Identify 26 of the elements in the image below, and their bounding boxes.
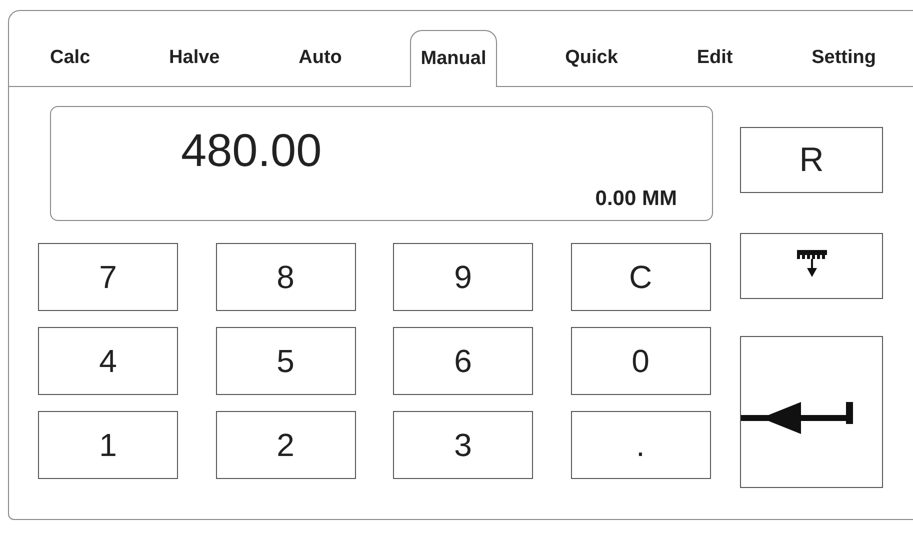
enter-button[interactable] <box>740 336 883 488</box>
key-button[interactable]: C <box>570 243 710 311</box>
left-arrow-icon <box>741 400 853 436</box>
ruler-down-arrow-icon <box>796 250 826 278</box>
key-button[interactable]: 7 <box>38 243 178 311</box>
key-button[interactable]: 8 <box>216 243 356 311</box>
key-button[interactable]: 9 <box>393 243 533 311</box>
tab[interactable]: Quick <box>554 30 629 86</box>
key-button[interactable]: 6 <box>393 327 533 395</box>
key-button[interactable]: 4 <box>38 327 178 395</box>
tab[interactable]: Edit <box>686 30 744 86</box>
key-button[interactable]: 0 <box>570 327 710 395</box>
tab[interactable]: Auto <box>288 30 353 86</box>
display-reading: 0.00 MM <box>595 186 677 212</box>
reset-button[interactable]: R <box>740 127 883 193</box>
display-value: 480.00 <box>181 127 322 173</box>
tab[interactable]: Halve <box>158 30 231 86</box>
tab[interactable]: Setting <box>800 30 887 86</box>
key-button[interactable]: 5 <box>216 327 356 395</box>
tab[interactable]: Calc <box>39 30 102 86</box>
key-button[interactable]: 2 <box>216 411 356 479</box>
key-button[interactable]: 1 <box>38 411 178 479</box>
tab[interactable]: Manual <box>410 30 498 87</box>
ruler-button[interactable] <box>740 233 883 299</box>
key-button[interactable]: . <box>570 411 710 479</box>
key-button[interactable]: 3 <box>393 411 533 479</box>
